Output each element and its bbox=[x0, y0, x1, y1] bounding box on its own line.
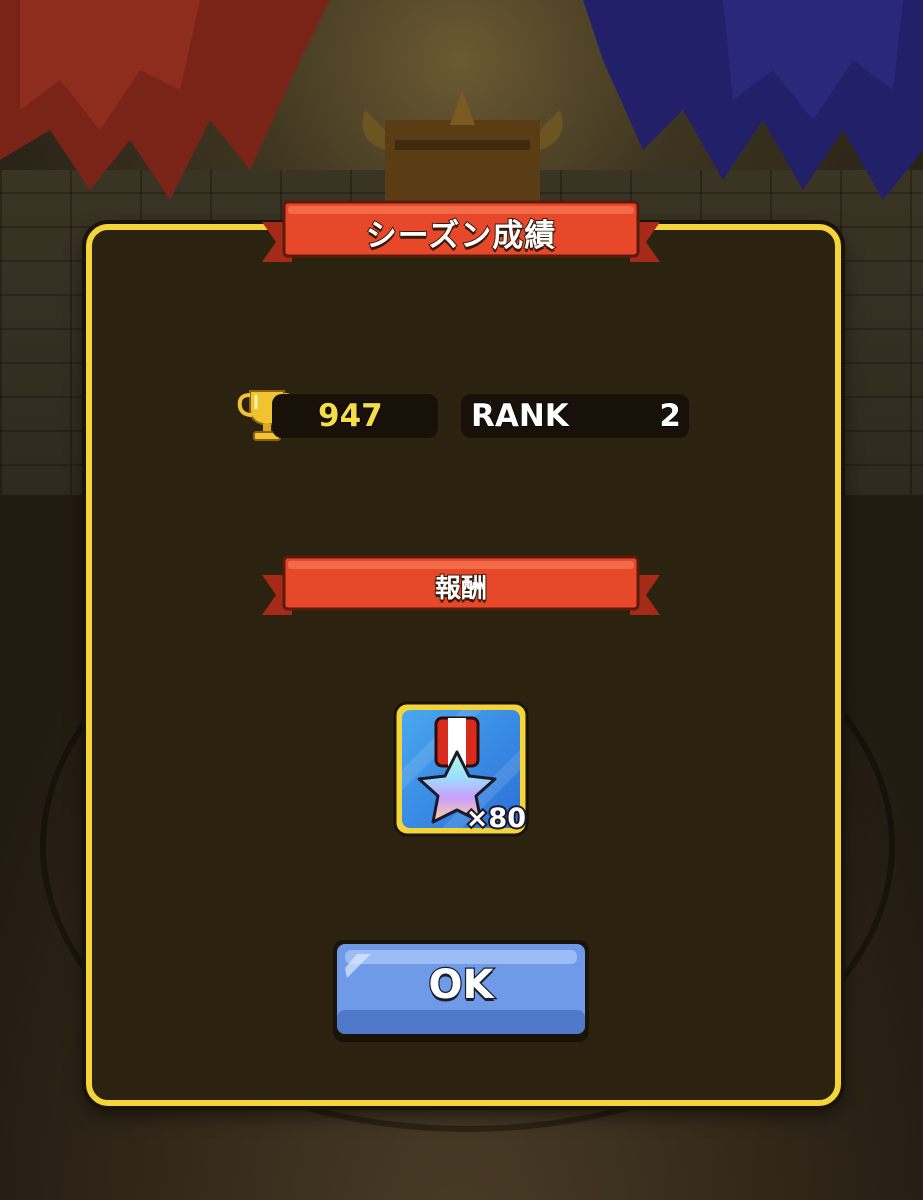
reward-ribbon: 報酬 bbox=[262, 555, 660, 617]
trophy-count: 947 bbox=[317, 397, 383, 435]
trophy-count-pill: 947 bbox=[272, 394, 438, 438]
reward-quantity: ×80 bbox=[464, 801, 528, 836]
dialog-title: シーズン成績 bbox=[365, 217, 557, 255]
rank-pill: RANK 2 bbox=[461, 394, 689, 438]
red-team-banner bbox=[0, 0, 330, 200]
reward-item-card[interactable]: ×80 bbox=[392, 700, 530, 838]
rank-value: 2 bbox=[659, 397, 682, 435]
ok-button-label: OK bbox=[427, 961, 495, 1010]
blue-team-banner bbox=[583, 0, 923, 200]
rank-label: RANK bbox=[470, 397, 569, 435]
reward-heading: 報酬 bbox=[434, 573, 488, 605]
ok-button[interactable]: OK bbox=[331, 938, 591, 1044]
throne-podium bbox=[362, 90, 563, 210]
title-ribbon: シーズン成績 bbox=[262, 200, 660, 264]
